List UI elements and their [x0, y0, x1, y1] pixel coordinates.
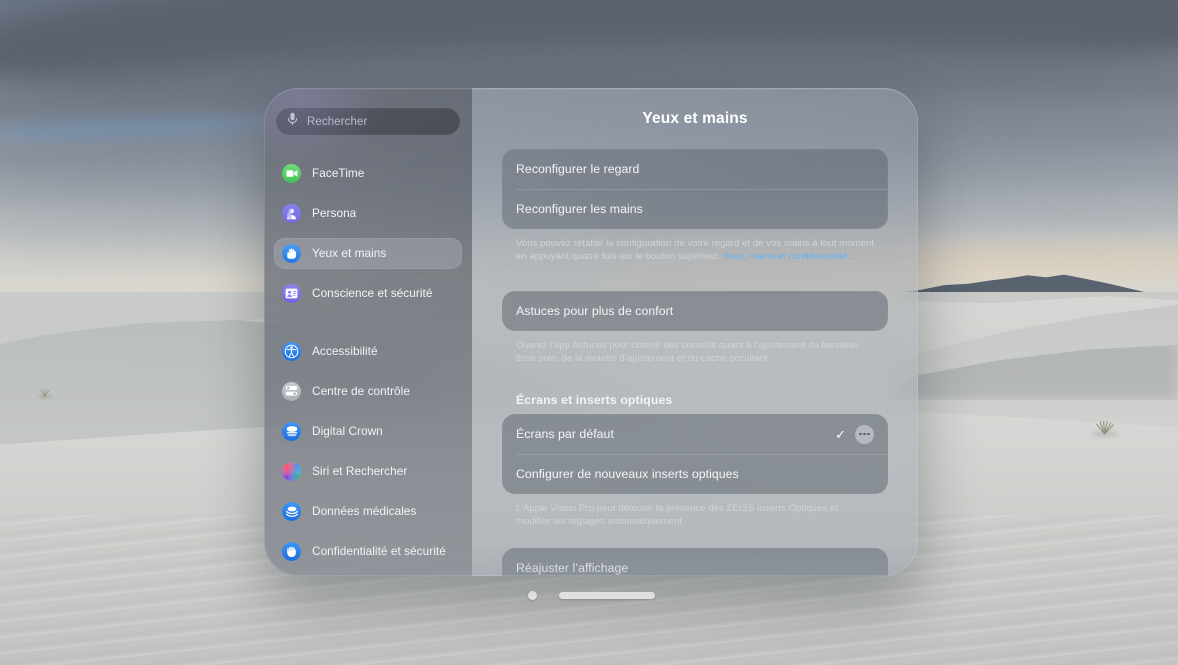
- digital-crown-icon: [282, 421, 301, 441]
- siri-icon: [282, 461, 301, 481]
- sidebar-item-label: Yeux et mains: [312, 246, 387, 260]
- health-icon: [282, 501, 301, 521]
- ellipsis-dot: [863, 432, 866, 436]
- awareness-safety-icon: [282, 283, 301, 303]
- section-title-ecrans-et-inserts-optiques: Écrans et inserts optiques: [516, 393, 673, 407]
- settings-sidebar: Rechercher FaceTime Persona Yeux et main…: [264, 88, 472, 576]
- privacy-icon: [282, 541, 301, 561]
- privacy-link[interactable]: Yeux, mains et confidentialité…: [723, 251, 857, 262]
- grass-tuft: [36, 387, 54, 398]
- settings-window: Rechercher FaceTime Persona Yeux et main…: [264, 88, 918, 576]
- accessibility-icon: [282, 341, 301, 361]
- footnote-reconfigure: Vous pouvez rétablir la configuration de…: [502, 229, 888, 263]
- sidebar-item-conscience-et-securite[interactable]: Conscience et sécurité: [274, 278, 462, 309]
- eyes-hands-icon: [282, 243, 301, 263]
- search-placeholder: Rechercher: [307, 115, 368, 128]
- sidebar-item-yeux-et-mains[interactable]: Yeux et mains: [274, 237, 462, 269]
- sidebar-item-facetime[interactable]: FaceTime: [274, 158, 462, 189]
- group-reconfigure: Reconfigurer le regard Reconfigurer les …: [502, 149, 888, 229]
- persona-icon: [282, 203, 301, 223]
- row-label: Reconfigurer le regard: [516, 162, 640, 176]
- sidebar-item-donnees-medicales[interactable]: Données médicales: [274, 496, 462, 527]
- microphone-icon: [287, 112, 298, 131]
- footnote-comfort-tips: Ouvrez l’app Astuces pour obtenir des co…: [516, 340, 859, 364]
- sidebar-item-label: Conscience et sécurité: [312, 286, 433, 300]
- control-center-icon: [282, 381, 301, 401]
- row-label: Configurer de nouveaux inserts optiques: [516, 467, 739, 481]
- row-reconfigurer-les-mains[interactable]: Reconfigurer les mains: [502, 189, 888, 229]
- sidebar-item-label: Centre de contrôle: [312, 384, 410, 398]
- sidebar-item-label: FaceTime: [312, 166, 365, 180]
- group-optical-inserts: Écrans par défaut ✓ Configurer de nouvea…: [502, 414, 888, 494]
- row-label: Réajuster l’affichage: [516, 561, 629, 575]
- row-ecrans-par-defaut[interactable]: Écrans par défaut ✓: [502, 414, 888, 454]
- sidebar-item-label: Siri et Rechercher: [312, 464, 408, 478]
- sidebar-item-label: Confidentialité et sécurité: [312, 544, 446, 558]
- sidebar-nav-list: FaceTime Persona Yeux et mains Conscienc…: [274, 153, 462, 571]
- settings-detail-pane: Yeux et mains Reconfigurer le regard Rec…: [472, 88, 918, 576]
- window-chrome: [264, 584, 918, 606]
- grass-tuft: [1090, 418, 1120, 436]
- more-options-button[interactable]: [855, 424, 874, 444]
- window-grab-bar[interactable]: [558, 591, 655, 599]
- facetime-icon: [282, 163, 301, 183]
- sidebar-item-label: Digital Crown: [312, 424, 383, 438]
- row-label: Reconfigurer les mains: [516, 202, 643, 216]
- row-label: Astuces pour plus de confort: [516, 304, 674, 318]
- row-configurer-de-nouveaux-inserts-optiques[interactable]: Configurer de nouveaux inserts optiques: [502, 454, 888, 494]
- ellipsis-dot: [867, 432, 870, 436]
- row-astuces-pour-plus-de-confort[interactable]: Astuces pour plus de confort: [502, 291, 888, 331]
- footnote-optical-inserts: L’Apple Vision Pro peut détecter la prés…: [516, 503, 838, 527]
- sidebar-item-digital-crown[interactable]: Digital Crown: [274, 416, 462, 447]
- row-accessories: ✓: [835, 424, 874, 444]
- sidebar-item-label: Accessibilité: [312, 344, 378, 358]
- row-reajuster-laffichage[interactable]: Réajuster l’affichage: [502, 548, 888, 576]
- sidebar-item-accessibilite[interactable]: Accessibilité: [274, 336, 462, 367]
- ellipsis-dot: [859, 432, 862, 436]
- search-input[interactable]: Rechercher: [276, 108, 460, 135]
- row-label: Écrans par défaut: [516, 427, 614, 441]
- sidebar-item-siri-et-rechercher[interactable]: Siri et Rechercher: [274, 456, 462, 487]
- sidebar-item-label: Données médicales: [312, 504, 417, 518]
- group-readjust-display: Réajuster l’affichage: [502, 548, 888, 576]
- group-comfort-tips: Astuces pour plus de confort: [502, 291, 888, 331]
- checkmark-icon: ✓: [835, 426, 846, 442]
- row-reconfigurer-le-regard[interactable]: Reconfigurer le regard: [502, 149, 888, 189]
- page-title: Yeux et mains: [642, 110, 748, 127]
- sidebar-item-centre-de-controle[interactable]: Centre de contrôle: [274, 376, 462, 407]
- sidebar-item-persona[interactable]: Persona: [274, 198, 462, 229]
- sidebar-item-label: Persona: [312, 206, 357, 220]
- sidebar-item-confidentialite-et-securite[interactable]: Confidentialité et sécurité: [274, 536, 462, 567]
- sidebar-group-separator: [274, 313, 462, 331]
- close-window-button[interactable]: [527, 590, 537, 600]
